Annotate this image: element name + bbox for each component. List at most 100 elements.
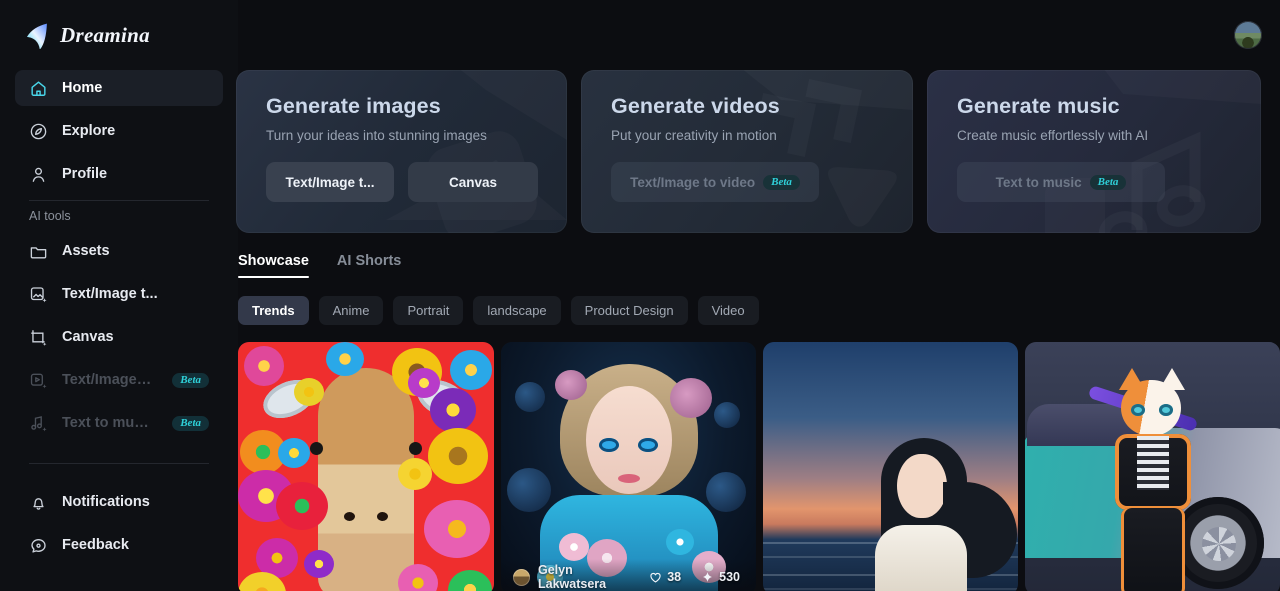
artwork-flower-doll-portrait	[501, 342, 756, 591]
chat-icon	[29, 536, 48, 555]
chip-portrait[interactable]: Portrait	[393, 296, 464, 325]
hero-title: Generate videos	[611, 94, 780, 118]
hero-button-label: Canvas	[448, 174, 498, 190]
sidebar-item-label: Assets	[62, 243, 110, 259]
chip-trends[interactable]: Trends	[238, 296, 309, 325]
hero-button-canvas[interactable]: Canvas	[408, 162, 538, 202]
chip-anime[interactable]: Anime	[318, 296, 384, 325]
sidebar-item-label: Text to music	[62, 415, 153, 431]
artwork-woman-at-sunset-beach	[763, 342, 1018, 591]
hero-button-text-to-music[interactable]: Text to music Beta	[957, 162, 1165, 202]
home-icon	[29, 79, 48, 98]
topbar	[238, 0, 1280, 70]
sidebar-item-assets[interactable]: Assets	[15, 233, 223, 269]
beta-badge: Beta	[1089, 174, 1127, 190]
sidebar-item-text-image-to-image[interactable]: Text/Image t...	[15, 276, 223, 312]
hero-card-generate-videos[interactable]: Generate videos Put your creativity in m…	[581, 70, 913, 233]
credit-count[interactable]: 530	[701, 570, 740, 584]
hero-buttons: Text/Image to video Beta	[611, 162, 887, 202]
beta-badge: Beta	[172, 372, 209, 388]
chip-label: landscape	[487, 303, 547, 318]
chip-product-design[interactable]: Product Design	[570, 296, 688, 325]
sparkle-icon	[701, 571, 714, 584]
gallery-card-sunset-beach[interactable]	[763, 342, 1018, 591]
hero-button-text-image-to-video[interactable]: Text/Image to video Beta	[611, 162, 819, 202]
sidebar-item-label: Text/Image t...	[62, 286, 158, 302]
music-sparkle-icon	[29, 414, 48, 433]
like-count-value: 38	[667, 570, 682, 584]
beta-badge: Beta	[172, 415, 209, 431]
sidebar-item-notifications[interactable]: Notifications	[15, 484, 223, 520]
like-count[interactable]: 38	[649, 570, 681, 584]
hero-title: Generate images	[266, 94, 441, 118]
hero-subtitle: Put your creativity in motion	[611, 128, 777, 143]
hero-subtitle: Create music effortlessly with AI	[957, 128, 1149, 143]
sidebar-item-feedback[interactable]: Feedback	[15, 527, 223, 563]
chip-label: Portrait	[407, 303, 450, 318]
bell-icon	[29, 493, 48, 512]
gallery-card-cat-with-car[interactable]	[1025, 342, 1280, 591]
content-tabs: Showcase AI Shorts	[238, 233, 1280, 278]
chip-label: Product Design	[584, 303, 674, 318]
app-root: Dreamina Home Explore Profile AI tools A…	[0, 0, 1280, 591]
sidebar: Dreamina Home Explore Profile AI tools A…	[0, 0, 238, 591]
chip-video[interactable]: Video	[697, 296, 759, 325]
chip-label: Trends	[252, 303, 295, 318]
hero-buttons: Text/Image t... Canvas	[266, 162, 541, 202]
sidebar-item-label: Explore	[62, 123, 116, 139]
brand-name: Dreamina	[60, 22, 150, 47]
folder-icon	[29, 242, 48, 261]
hero-title: Generate music	[957, 94, 1120, 118]
hero-button-label: Text/Image to video	[630, 174, 756, 190]
sidebar-item-label: Notifications	[62, 494, 150, 510]
category-filter-chips: Trends Anime Portrait landscape Product …	[238, 278, 1280, 325]
chip-label: Anime	[332, 303, 370, 318]
tab-label: AI Shorts	[336, 253, 402, 269]
sidebar-item-label: Home	[62, 80, 103, 96]
tab-label: Showcase	[238, 253, 309, 269]
sidebar-item-home[interactable]: Home	[15, 70, 223, 106]
credit-count-value: 530	[719, 570, 740, 584]
sidebar-item-text-image-to-video[interactable]: Text/Image t... Beta	[15, 362, 223, 398]
artwork-giraffe-in-flowers	[238, 342, 494, 591]
sparkle-star-icon	[23, 21, 51, 50]
hero-card-generate-music[interactable]: Generate music Create music effortlessly…	[927, 70, 1261, 233]
gallery-card-giraffe[interactable]	[238, 342, 494, 591]
sidebar-item-label: Text/Image t...	[62, 372, 153, 388]
user-avatar[interactable]	[1234, 21, 1262, 49]
sidebar-item-label: Canvas	[62, 329, 114, 345]
hero-subtitle: Turn your ideas into stunning images	[266, 128, 487, 143]
hero-buttons: Text to music Beta	[957, 162, 1235, 202]
video-sparkle-icon	[29, 371, 48, 390]
chip-landscape[interactable]: landscape	[473, 296, 561, 325]
gallery-card-flower-doll[interactable]: Gelyn Lakwatsera 38 530	[501, 342, 756, 591]
image-sparkle-icon	[29, 285, 48, 304]
sidebar-item-explore[interactable]: Explore	[15, 113, 223, 149]
sidebar-item-text-to-music[interactable]: Text to music Beta	[15, 405, 223, 441]
person-icon	[29, 165, 48, 184]
sidebar-item-profile[interactable]: Profile	[15, 156, 223, 192]
hero-card-row: Generate images Turn your ideas into stu…	[236, 70, 1280, 233]
sidebar-item-canvas[interactable]: Canvas	[15, 319, 223, 355]
heart-icon	[649, 571, 662, 584]
sidebar-divider-bottom	[29, 463, 209, 464]
sidebar-item-label: Profile	[62, 166, 108, 182]
showcase-gallery: Gelyn Lakwatsera 38 530	[238, 325, 1280, 591]
artwork-cat-with-sports-car	[1025, 342, 1280, 591]
compass-icon	[29, 122, 48, 141]
brand[interactable]: Dreamina	[15, 0, 223, 70]
chip-label: Video	[711, 303, 745, 318]
sidebar-divider-top	[29, 200, 209, 201]
avatar	[513, 568, 530, 586]
tab-ai-shorts[interactable]: AI Shorts	[337, 253, 401, 278]
sidebar-item-label: Feedback	[62, 537, 129, 553]
card-meta-overlay: Gelyn Lakwatsera 38 530	[501, 559, 756, 591]
hero-card-generate-images[interactable]: Generate images Turn your ideas into stu…	[236, 70, 567, 233]
canvas-frame-icon	[29, 328, 48, 347]
hero-button-label: Text/Image t...	[285, 174, 375, 190]
tab-showcase[interactable]: Showcase	[238, 253, 309, 278]
hero-button-label: Text to music	[995, 174, 1082, 190]
main-content: Generate images Turn your ideas into stu…	[236, 0, 1280, 591]
beta-badge: Beta	[763, 174, 800, 190]
hero-button-text-image-to-image[interactable]: Text/Image t...	[266, 162, 394, 202]
